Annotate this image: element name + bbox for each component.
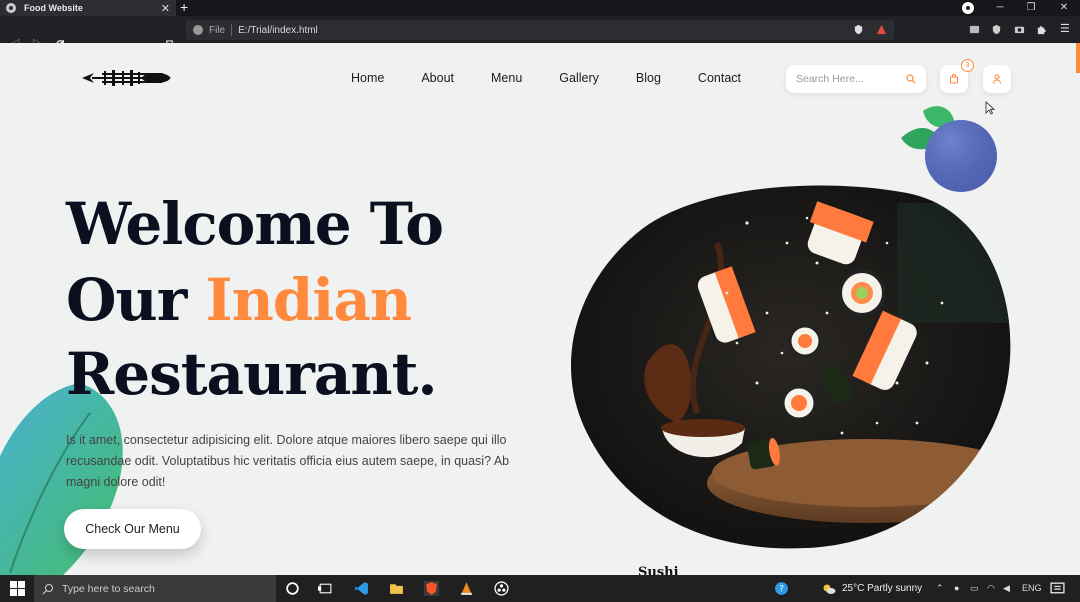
weather-widget[interactable]: 25°C Partly sunny [822,575,922,602]
minimize-button[interactable]: ─ [985,0,1015,16]
tab-close-button[interactable]: ✕ [161,2,170,15]
address-scheme: File [209,24,226,36]
dish-caption: Sushi [638,565,679,575]
nav-home[interactable]: Home [351,71,384,85]
help-icon[interactable]: ? [774,581,789,596]
battery-icon[interactable]: ▭ [970,575,979,602]
nav-menu[interactable]: Menu [491,71,522,85]
camera-icon[interactable] [1014,24,1025,35]
tab-title: Food Website [24,3,83,13]
browser-chrome: Food Website ✕ + ─ ❐ ✕ ◁ ▷ File E:/Trial… [0,0,1080,51]
hero-heading-line-2: Our Indian [66,271,412,329]
hero-sushi-image [571,185,1011,549]
weather-text: 25°C Partly sunny [842,583,923,594]
web-page: Home About Menu Gallery Blog Contact Sea… [0,43,1080,575]
search-input[interactable]: Search Here... [786,65,926,93]
obs-icon[interactable] [494,581,509,596]
hero-heading-accent: Indian [205,266,412,334]
notification-icon[interactable] [1050,581,1065,596]
chevron-up-icon[interactable]: ⌃ [936,575,944,602]
check-menu-button[interactable]: Check Our Menu [64,509,201,549]
vlc-icon[interactable] [459,581,474,596]
close-window-button[interactable]: ✕ [1049,0,1079,16]
brave-icon[interactable] [424,581,439,596]
windows-taskbar: Type here to search ? 25°C Partly sunny … [0,575,1080,602]
address-divider [231,24,233,36]
info-icon[interactable] [193,25,203,35]
hero-heading-line-3: Restaurant. [66,340,438,408]
hero-heading-our: Our [66,266,206,334]
wifi-icon[interactable]: ◠ [987,575,995,602]
search-placeholder: Search Here... [796,73,864,85]
globe-icon [6,3,16,13]
svg-text:?: ? [779,585,784,595]
cart-count-badge: 3 [961,59,974,72]
tab-bar: Food Website ✕ + ─ ❐ ✕ [0,0,1080,16]
brave-profile-icon[interactable] [962,2,974,14]
microphone-icon[interactable]: ● [954,575,959,602]
partly-sunny-icon [823,584,836,594]
extension-icon-1[interactable] [969,24,980,35]
cortana-icon[interactable] [285,581,300,596]
taskbar-search-input[interactable]: Type here to search [34,575,276,602]
restore-button[interactable]: ❐ [1016,0,1046,16]
brave-shield-icon[interactable] [853,24,864,35]
search-icon [42,583,54,594]
site-logo[interactable] [82,69,172,87]
windows-icon[interactable] [10,581,25,596]
user-icon [992,74,1002,84]
brave-rewards-icon[interactable] [876,24,887,35]
browser-tab[interactable]: Food Website ✕ [0,0,176,16]
nav-blog[interactable]: Blog [636,71,661,85]
puzzle-icon[interactable] [1036,24,1047,35]
blueberry-illustration [901,106,997,192]
task-view-icon[interactable] [318,581,333,596]
scrollbar-thumb[interactable] [1076,43,1080,73]
volume-icon[interactable]: ◀ [1003,575,1010,602]
hero-description: Is it amet, consectetur adipisicing elit… [66,433,510,489]
nav-gallery[interactable]: Gallery [559,71,599,85]
language-indicator[interactable]: ENG [1022,575,1042,602]
hero-heading-line-1: Welcome To [66,190,444,258]
address-url: E:/Trial/index.html [238,24,318,36]
file-explorer-icon[interactable] [389,581,404,596]
search-icon[interactable] [906,74,916,84]
menu-icon[interactable]: ☰ [1060,22,1070,35]
vscode-icon[interactable] [354,581,369,596]
address-bar[interactable]: File E:/Trial/index.html [186,20,894,40]
new-tab-button[interactable]: + [180,0,188,16]
nav-about[interactable]: About [421,71,454,85]
user-button[interactable] [983,65,1011,93]
taskbar-search-placeholder: Type here to search [62,582,155,595]
shopping-bag-icon [949,74,959,84]
main-nav: Home About Menu Gallery Blog Contact [351,71,778,85]
nav-contact[interactable]: Contact [698,71,741,85]
extension-shield-icon[interactable] [991,24,1002,35]
